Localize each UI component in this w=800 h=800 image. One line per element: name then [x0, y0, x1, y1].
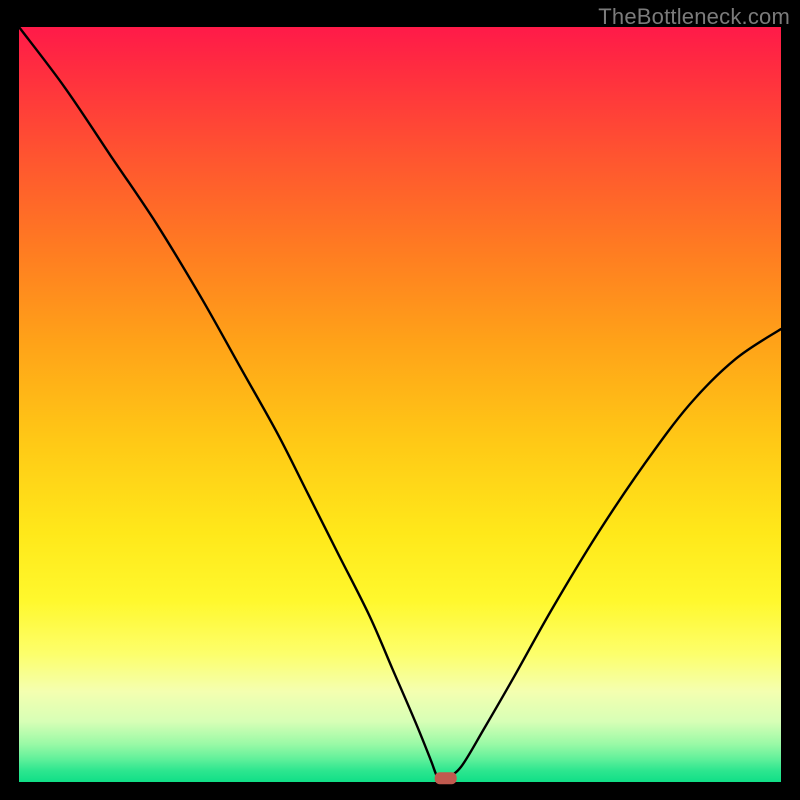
watermark-text: TheBottleneck.com — [598, 4, 790, 30]
chart-frame: TheBottleneck.com — [0, 0, 800, 800]
plot-area — [19, 27, 781, 782]
bottleneck-curve — [19, 27, 781, 780]
plot-svg — [19, 27, 781, 782]
optimal-marker — [435, 772, 457, 784]
